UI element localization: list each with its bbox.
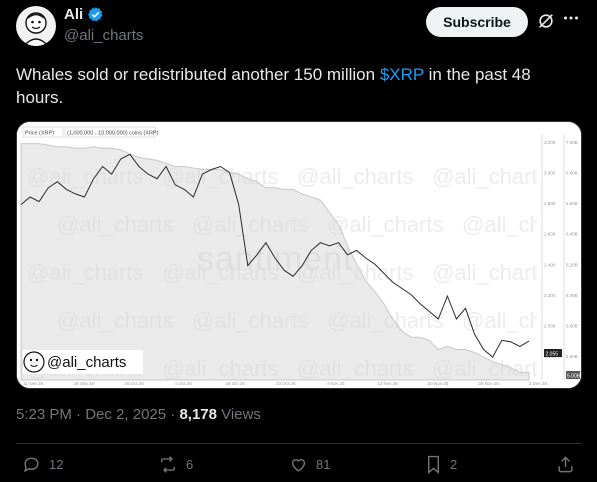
price-tick-label: 2.200	[544, 293, 556, 298]
x-tick-label: 13 Nov 25	[377, 381, 398, 386]
price-tick-label: 3.200	[544, 140, 556, 145]
views-count: 8,178	[179, 406, 217, 423]
watermark-text: @ali_charts	[432, 164, 549, 189]
repost-button[interactable]: 6	[158, 455, 193, 474]
repost-icon	[160, 456, 176, 473]
logo-handle: @ali_charts	[47, 354, 126, 371]
x-tick-label: 20 Nov 25	[428, 381, 449, 386]
tweet-image[interactable]: @ali_charts @ali_charts @ali_charts @ali_ch…	[16, 121, 582, 389]
supply-tick-label: 6.60B	[566, 201, 578, 206]
ali-charts-logo: @ali_charts	[23, 350, 143, 374]
price-tick-label: 2.000	[544, 323, 556, 328]
supply-tick-label: 6.20B	[566, 262, 578, 267]
x-tick-label: 15 Oct 25	[124, 381, 144, 386]
meta-separator: ·	[170, 406, 176, 423]
repost-count: 6	[186, 457, 194, 472]
watermark-text: @ali_charts	[297, 164, 414, 189]
author-handle[interactable]: @ali_charts	[64, 27, 143, 44]
bookmark-icon	[428, 455, 439, 474]
supply-tick-label: 6.40B	[566, 232, 578, 237]
like-count: 81	[316, 457, 331, 472]
subscribe-button[interactable]: Subscribe	[426, 7, 528, 37]
x-tick-label: 28 Sep 25	[74, 381, 95, 386]
legend: Price (XRP) (1,000,000 - 10,000,000) coi…	[22, 126, 159, 138]
supply-tick-label: 7.00B	[566, 140, 578, 145]
watermark-text: @ali_charts	[432, 260, 549, 285]
supply-tick-label: 6.00B	[566, 293, 578, 298]
tweet-text: Whales sold or redistributed another 150…	[16, 63, 576, 109]
price-tick-label: 2.800	[544, 201, 556, 206]
heart-icon	[291, 459, 306, 472]
cashtag-link[interactable]: $XRP	[380, 65, 424, 84]
legend-price: Price (XRP)	[25, 131, 54, 137]
supply-tick-label: 5.80B	[566, 323, 578, 328]
supply-tick-label: 6.80B	[566, 171, 578, 176]
x-tick-label: 23 Oct 25	[276, 381, 296, 386]
x-tick-label: 28 Nov 25	[478, 381, 499, 386]
supply-tick-label: 5.60B	[566, 354, 578, 359]
current-supply-label: 5.00B	[567, 374, 581, 380]
tweet-text-part: Whales sold or redistributed another 150…	[16, 65, 380, 84]
bookmark-button[interactable]: 2	[425, 455, 457, 474]
share-icon	[558, 456, 573, 473]
bookmark-count: 2	[450, 457, 458, 472]
x-tick-label: 11 Sep 25	[23, 381, 44, 386]
verified-badge-icon	[88, 7, 103, 22]
x-tick-label: 18 Oct 25	[225, 381, 245, 386]
reply-icon	[24, 457, 39, 473]
share-button[interactable]	[556, 455, 575, 474]
divider	[16, 443, 581, 444]
price-tick-label: 3.000	[544, 171, 556, 176]
price-tick-label: 2.400	[544, 262, 556, 267]
legend-supply: (1,000,000 - 10,000,000) coins (XRP)	[67, 131, 159, 137]
grok-icon[interactable]	[537, 12, 555, 35]
reply-count: 12	[49, 457, 64, 472]
meta-separator: ·	[76, 406, 82, 423]
watermark-text: @ali_charts	[327, 212, 444, 237]
reply-button[interactable]: 12	[22, 455, 63, 474]
like-button[interactable]: 81	[289, 455, 330, 474]
author-name[interactable]: Ali	[64, 6, 83, 23]
chart-image: @ali_charts @ali_charts @ali_charts @ali_ch…	[17, 122, 581, 388]
author-name-row[interactable]: Ali	[64, 6, 104, 23]
x-tick-label: 1 Oct 25	[175, 381, 193, 386]
current-price-label: 2.055	[546, 352, 559, 358]
tweet-meta: 5:23 PM · Dec 2, 2025 · 8,178 Views	[16, 406, 261, 423]
tweet-date[interactable]: Dec 2, 2025	[85, 406, 166, 423]
more-icon[interactable]	[563, 10, 579, 31]
x-tick-label: 4 Nov 25	[327, 381, 346, 386]
tweet-time[interactable]: 5:23 PM	[16, 406, 72, 423]
views-label: Views	[221, 406, 261, 423]
avatar[interactable]	[16, 6, 56, 46]
price-tick-label: 2.600	[544, 232, 556, 237]
x-tick-label: 2 Dec 25	[529, 381, 548, 386]
